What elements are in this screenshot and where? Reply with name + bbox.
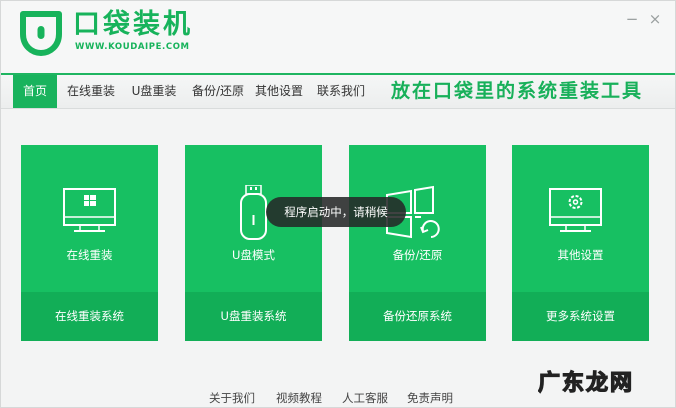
card-footer-button[interactable]: 在线重装系统 — [21, 292, 158, 341]
watermark: 广东龙网 — [538, 369, 634, 395]
loading-toast: 程序启动中，请稍候 — [266, 197, 406, 227]
card-footer-button[interactable]: U盘重装系统 — [185, 292, 322, 341]
card-label: 在线重装 — [66, 248, 113, 262]
footer-link-disclaimer[interactable]: 免责声明 — [407, 390, 453, 406]
watermark-text: 广东龙网 — [538, 370, 634, 395]
nav-item-backup-restore[interactable]: 备份/还原 — [187, 75, 249, 108]
main-nav: 首页 在线重装 U盘重装 备份/还原 其他设置 联系我们 放在口袋里的系统重装工… — [1, 73, 675, 109]
nav-item-contact-us[interactable]: 联系我们 — [315, 75, 367, 108]
card-label: U盘模式 — [232, 248, 275, 262]
app-title: 口袋装机 — [73, 9, 193, 40]
footer-link-video-tutorial[interactable]: 视频教程 — [276, 390, 322, 406]
app-header: 口袋装机 WWW.KOUDAIPE.COM − × — [1, 1, 675, 73]
monitor-windows-icon — [63, 188, 116, 232]
minimize-button[interactable]: − — [625, 11, 639, 27]
card-online-reinstall[interactable]: 在线重装 在线重装系统 — [21, 145, 158, 341]
pocket-logo-icon — [20, 11, 62, 56]
card-footer-button[interactable]: 更多系统设置 — [512, 292, 649, 341]
slogan: 放在口袋里的系统重装工具 — [391, 80, 644, 102]
footer-link-about-us[interactable]: 关于我们 — [209, 390, 255, 406]
app-url: WWW.KOUDAIPE.COM — [75, 42, 190, 52]
close-button[interactable]: × — [648, 11, 662, 27]
card-label: 其他设置 — [557, 248, 604, 262]
app-window: 口袋装机 WWW.KOUDAIPE.COM − × 首页 在线重装 U盘重装 备… — [0, 0, 676, 408]
nav-item-home[interactable]: 首页 — [13, 75, 57, 108]
card-label: 备份/还原 — [392, 248, 443, 262]
card-footer-button[interactable]: 备份还原系统 — [349, 292, 486, 341]
footer-link-customer-service[interactable]: 人工客服 — [342, 390, 388, 406]
monitor-gear-icon — [549, 188, 602, 232]
nav-item-online-reinstall[interactable]: 在线重装 — [61, 75, 121, 108]
nav-item-usb-reinstall[interactable]: U盘重装 — [125, 75, 183, 108]
card-backup-restore[interactable]: 备份/还原 备份还原系统 — [349, 145, 486, 341]
nav-item-other-settings[interactable]: 其他设置 — [253, 75, 305, 108]
card-usb-mode[interactable]: U盘模式 U盘重装系统 — [185, 145, 322, 341]
card-other-settings[interactable]: 其他设置 更多系统设置 — [512, 145, 649, 341]
